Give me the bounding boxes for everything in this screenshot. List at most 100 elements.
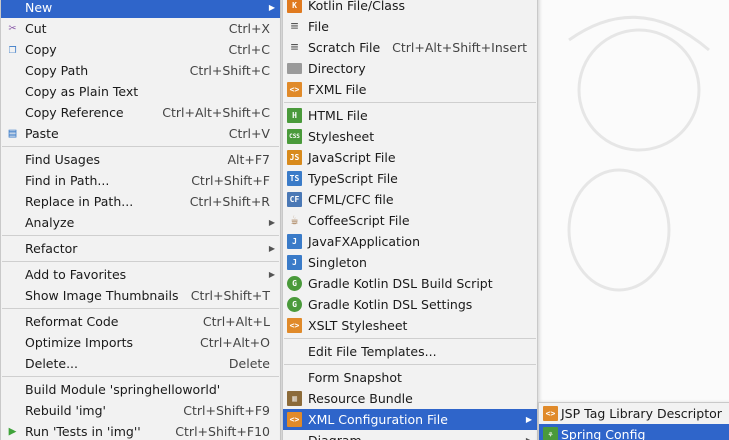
menu-item-refactor[interactable]: Refactor ▶ bbox=[1, 238, 280, 259]
folder-icon bbox=[287, 63, 302, 74]
menu-item-label: Kotlin File/Class bbox=[308, 0, 405, 13]
menu-item-label: Analyze bbox=[25, 215, 75, 230]
menu-item-label: Add to Favorites bbox=[25, 267, 127, 282]
menu-item-copy-reference[interactable]: Copy Reference Ctrl+Alt+Shift+C bbox=[1, 102, 280, 123]
menu-separator bbox=[2, 235, 279, 236]
menu-item-xml-configuration-file[interactable]: <> XML Configuration File ▶ bbox=[283, 409, 537, 430]
menu-item-label: Singleton bbox=[308, 255, 367, 270]
menu-item-javafx-application[interactable]: J JavaFXApplication bbox=[283, 231, 537, 252]
run-icon: ▶ bbox=[8, 424, 17, 439]
menu-item-stylesheet[interactable]: CSS Stylesheet bbox=[283, 126, 537, 147]
menu-item-spring-config[interactable]: ⚘ Spring Config bbox=[539, 424, 729, 440]
menu-item-delete[interactable]: Delete... Delete bbox=[1, 353, 280, 374]
menu-separator bbox=[2, 146, 279, 147]
menu-item-label: Delete... bbox=[25, 356, 78, 371]
menu-item-label: Run 'Tests in 'img'' bbox=[25, 424, 141, 439]
menu-item-reformat-code[interactable]: Reformat Code Ctrl+Alt+L bbox=[1, 311, 280, 332]
menu-item-copy-path[interactable]: Copy Path Ctrl+Shift+C bbox=[1, 60, 280, 81]
menu-item-cfml-file[interactable]: CF CFML/CFC file bbox=[283, 189, 537, 210]
menu-item-shortcut: Ctrl+Shift+R bbox=[189, 194, 270, 209]
menu-item-find-in-path[interactable]: Find in Path... Ctrl+Shift+F bbox=[1, 170, 280, 191]
menu-item-gradle-settings[interactable]: G Gradle Kotlin DSL Settings bbox=[283, 294, 537, 315]
context-menu: New ▶ ✂ Cut Ctrl+X ❐ Copy Ctrl+C Copy Pa… bbox=[0, 0, 281, 440]
menu-item-label: HTML File bbox=[308, 108, 368, 123]
gradle-icon: G bbox=[287, 297, 302, 312]
menu-item-typescript-file[interactable]: TS TypeScript File bbox=[283, 168, 537, 189]
menu-item-label: Scratch File bbox=[308, 40, 381, 55]
menu-item-edit-file-templates[interactable]: Edit File Templates... bbox=[283, 341, 537, 362]
menu-item-optimize-imports[interactable]: Optimize Imports Ctrl+Alt+O bbox=[1, 332, 280, 353]
menu-item-label: Stylesheet bbox=[308, 129, 375, 144]
kotlin-icon: K bbox=[287, 0, 302, 13]
menu-item-shortcut: Alt+F7 bbox=[227, 152, 270, 167]
menu-item-shortcut: Ctrl+Shift+F9 bbox=[183, 403, 270, 418]
menu-item-label: Form Snapshot bbox=[308, 370, 402, 385]
menu-separator bbox=[284, 338, 536, 339]
menu-item-copy[interactable]: ❐ Copy Ctrl+C bbox=[1, 39, 280, 60]
menu-item-rebuild[interactable]: Rebuild 'img' Ctrl+Shift+F9 bbox=[1, 400, 280, 421]
menu-item-analyze[interactable]: Analyze ▶ bbox=[1, 212, 280, 233]
submenu-arrow-icon: ▶ bbox=[268, 244, 275, 253]
menu-item-replace-in-path[interactable]: Replace in Path... Ctrl+Shift+R bbox=[1, 191, 280, 212]
submenu-arrow-icon: ▶ bbox=[268, 270, 275, 279]
menu-item-directory[interactable]: Directory bbox=[283, 58, 537, 79]
xml-configuration-submenu: <> JSP Tag Library Descriptor ⚘ Spring C… bbox=[538, 402, 729, 440]
resource-bundle-icon: ▥ bbox=[287, 391, 302, 406]
css-icon: CSS bbox=[287, 129, 302, 144]
file-icon: ≡ bbox=[290, 19, 299, 34]
menu-item-label: Cut bbox=[25, 21, 47, 36]
menu-item-jsp-tag-library[interactable]: <> JSP Tag Library Descriptor bbox=[539, 403, 729, 424]
cfml-icon: CF bbox=[287, 192, 302, 207]
submenu-arrow-icon: ▶ bbox=[268, 3, 275, 12]
submenu-arrow-icon: ▶ bbox=[525, 415, 532, 424]
menu-item-javascript-file[interactable]: JS JavaScript File bbox=[283, 147, 537, 168]
menu-item-shortcut: Ctrl+Alt+Shift+C bbox=[162, 105, 270, 120]
menu-item-html-file[interactable]: H HTML File bbox=[283, 105, 537, 126]
menu-item-shortcut: Ctrl+Alt+L bbox=[202, 314, 270, 329]
menu-item-shortcut: Ctrl+Shift+C bbox=[189, 63, 270, 78]
menu-item-scratch-file[interactable]: ≡ Scratch File Ctrl+Alt+Shift+Insert bbox=[283, 37, 537, 58]
menu-item-cut[interactable]: ✂ Cut Ctrl+X bbox=[1, 18, 280, 39]
menu-item-label: File bbox=[308, 19, 329, 34]
menu-item-kotlin-file[interactable]: K Kotlin File/Class bbox=[283, 0, 537, 16]
menu-item-copy-plain[interactable]: Copy as Plain Text bbox=[1, 81, 280, 102]
menu-separator bbox=[2, 308, 279, 309]
menu-item-label: Show Image Thumbnails bbox=[25, 288, 179, 303]
submenu-arrow-icon: ▶ bbox=[268, 218, 275, 227]
menu-item-label: CoffeeScript File bbox=[308, 213, 410, 228]
menu-item-show-thumbnails[interactable]: Show Image Thumbnails Ctrl+Shift+T bbox=[1, 285, 280, 306]
menu-item-label: New bbox=[25, 0, 53, 15]
menu-item-xslt-stylesheet[interactable]: <> XSLT Stylesheet bbox=[283, 315, 537, 336]
menu-item-gradle-build-script[interactable]: G Gradle Kotlin DSL Build Script bbox=[283, 273, 537, 294]
menu-item-coffeescript-file[interactable]: ☕ CoffeeScript File bbox=[283, 210, 537, 231]
menu-item-shortcut: Ctrl+Alt+O bbox=[200, 335, 270, 350]
menu-item-shortcut: Ctrl+Shift+F bbox=[191, 173, 270, 188]
menu-item-paste[interactable]: ▤ Paste Ctrl+V bbox=[1, 123, 280, 144]
menu-separator bbox=[2, 261, 279, 262]
menu-item-add-to-favorites[interactable]: Add to Favorites ▶ bbox=[1, 264, 280, 285]
menu-item-find-usages[interactable]: Find Usages Alt+F7 bbox=[1, 149, 280, 170]
menu-item-label: Resource Bundle bbox=[308, 391, 413, 406]
menu-item-shortcut: Ctrl+V bbox=[228, 126, 270, 141]
menu-item-label: Spring Config bbox=[561, 427, 646, 440]
menu-item-shortcut: Ctrl+C bbox=[228, 42, 270, 57]
menu-item-build-module[interactable]: Build Module 'springhelloworld' bbox=[1, 379, 280, 400]
menu-item-singleton[interactable]: J Singleton bbox=[283, 252, 537, 273]
menu-item-fxml-file[interactable]: <> FXML File bbox=[283, 79, 537, 100]
menu-item-file[interactable]: ≡ File bbox=[283, 16, 537, 37]
menu-separator bbox=[2, 376, 279, 377]
menu-item-new[interactable]: New ▶ bbox=[1, 0, 280, 18]
menu-item-label: Directory bbox=[308, 61, 366, 76]
menu-item-shortcut: Ctrl+Alt+Shift+Insert bbox=[392, 40, 527, 55]
menu-item-label: CFML/CFC file bbox=[308, 192, 394, 207]
menu-item-label: Copy Path bbox=[25, 63, 89, 78]
menu-item-form-snapshot[interactable]: Form Snapshot bbox=[283, 367, 537, 388]
typescript-icon: TS bbox=[287, 171, 302, 186]
menu-item-diagram[interactable]: Diagram ▶ bbox=[283, 430, 537, 440]
menu-item-resource-bundle[interactable]: ▥ Resource Bundle bbox=[283, 388, 537, 409]
menu-item-label: Find Usages bbox=[25, 152, 101, 167]
menu-item-label: Rebuild 'img' bbox=[25, 403, 106, 418]
menu-item-label: XSLT Stylesheet bbox=[308, 318, 408, 333]
menu-item-label: Diagram bbox=[308, 430, 362, 440]
menu-item-run-tests[interactable]: ▶ Run 'Tests in 'img'' Ctrl+Shift+F10 bbox=[1, 421, 280, 440]
